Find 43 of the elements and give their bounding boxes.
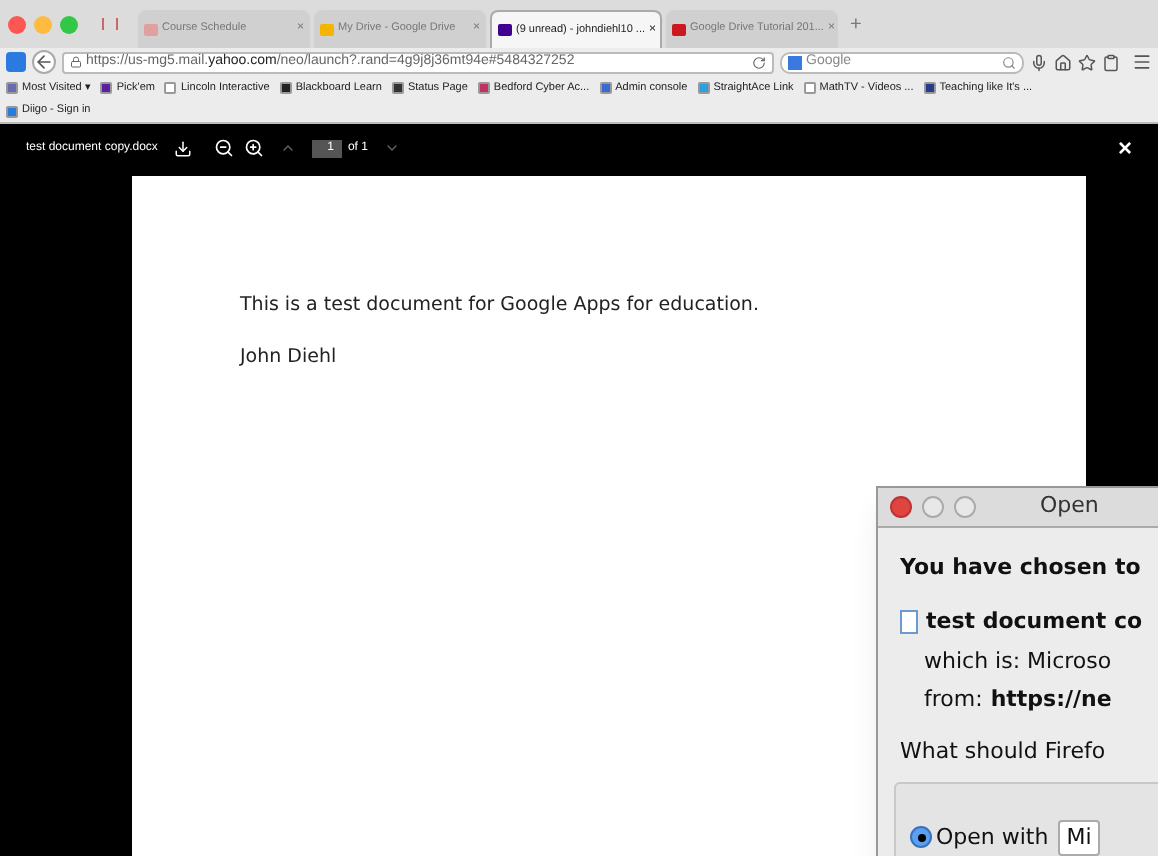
next-page-icon[interactable] — [383, 140, 400, 156]
download-icon[interactable] — [173, 139, 192, 157]
previous-page-icon[interactable] — [279, 140, 296, 156]
tab-icon — [144, 23, 158, 35]
bookmark-icon — [100, 82, 113, 94]
source-label: from: — [924, 683, 983, 715]
dialog-file-name: test document co — [926, 605, 1143, 637]
lock-icon — [70, 56, 82, 68]
microphone-icon[interactable] — [1030, 53, 1048, 71]
reload-icon[interactable] — [752, 55, 766, 69]
application-select[interactable]: Mi — [1058, 819, 1100, 856]
back-button[interactable] — [32, 50, 56, 74]
bookmark-icon — [164, 82, 177, 94]
document-icon — [900, 609, 918, 634]
home-icon[interactable] — [1054, 53, 1072, 71]
dialog-question: What should Firefo — [900, 736, 1108, 768]
clipboard-icon[interactable] — [1102, 53, 1120, 71]
star-icon[interactable] — [1078, 53, 1096, 71]
close-viewer-button[interactable]: × — [1117, 130, 1132, 166]
option-label: Open with — [936, 821, 1049, 853]
document-text: This is a test document for Google Apps for education. — [240, 292, 761, 320]
radio-button[interactable] — [910, 826, 932, 849]
bookmark-icon — [923, 82, 936, 94]
tab-icon — [320, 23, 334, 35]
document-text: John Diehl — [240, 344, 339, 373]
search-icon[interactable] — [1002, 55, 1016, 69]
bookmark-icon — [477, 82, 490, 94]
source-url: https://ne — [990, 683, 1112, 715]
zoom-in-icon[interactable] — [243, 138, 264, 158]
file-type: which is: Microso — [924, 646, 1114, 678]
close-dialog-icon[interactable] — [890, 496, 912, 518]
bookmark-icon — [279, 82, 292, 94]
dialog-intro: You have chosen to — [900, 552, 1143, 584]
close-window-icon[interactable] — [8, 15, 26, 33]
dialog-title: Open — [1040, 490, 1099, 523]
bookmark-icon — [697, 82, 710, 94]
bookmark-icon — [391, 82, 404, 94]
tab-icon — [672, 23, 686, 35]
bookmark-icon — [599, 82, 612, 94]
zoom-out-icon[interactable] — [213, 138, 234, 158]
menu-icon[interactable] — [1132, 52, 1152, 72]
bookmark-icon — [803, 82, 816, 94]
tab-icon — [498, 24, 512, 36]
